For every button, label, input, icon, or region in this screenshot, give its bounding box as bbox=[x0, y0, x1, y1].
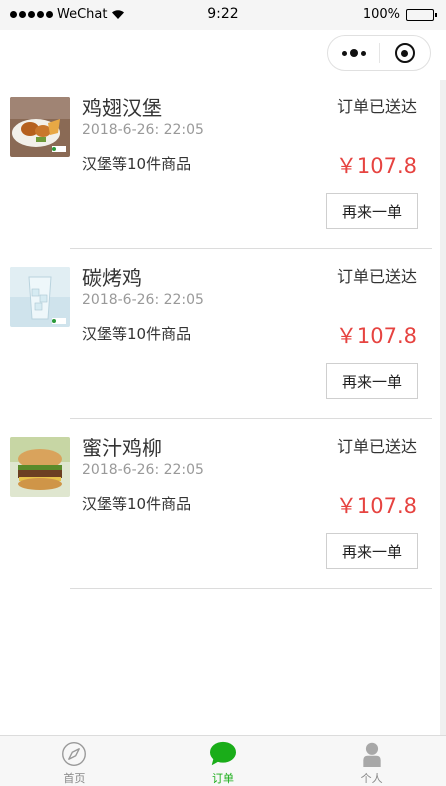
chat-bubble-icon bbox=[210, 741, 236, 766]
burger-thumbnail bbox=[10, 437, 70, 497]
reorder-button[interactable]: 再来一单 bbox=[326, 533, 418, 569]
tab-profile[interactable]: 个人 bbox=[297, 736, 446, 786]
more-menu-button[interactable] bbox=[328, 36, 379, 70]
order-divider bbox=[70, 418, 432, 419]
tab-home[interactable]: 首页 bbox=[0, 736, 149, 786]
person-icon bbox=[363, 742, 381, 767]
order-divider bbox=[70, 248, 432, 249]
order-summary: 汉堡等10件商品 bbox=[82, 495, 192, 513]
status-bar: WeChat 9:22 100% bbox=[0, 0, 446, 30]
order-card[interactable]: 鸡翅汉堡 订单已送达 2018-6-26: 22:05 汉堡等10件商品 ￥10… bbox=[0, 80, 432, 250]
order-status: 订单已送达 bbox=[336, 267, 417, 286]
order-summary: 汉堡等10件商品 bbox=[82, 155, 192, 173]
order-price: ￥107.8 bbox=[335, 494, 417, 518]
battery-percent: 100% bbox=[362, 7, 400, 22]
order-date: 2018-6-26: 22:05 bbox=[82, 122, 204, 138]
order-date: 2018-6-26: 22:05 bbox=[82, 462, 204, 478]
order-card[interactable]: 蜜汁鸡柳 订单已送达 2018-6-26: 22:05 汉堡等10件商品 ￥10… bbox=[0, 420, 432, 590]
order-title: 碳烤鸡 bbox=[82, 266, 142, 290]
order-divider bbox=[70, 588, 432, 589]
order-date: 2018-6-26: 22:05 bbox=[82, 292, 204, 308]
reorder-button[interactable]: 再来一单 bbox=[326, 193, 418, 229]
iced-drink-thumbnail bbox=[10, 267, 70, 327]
navigation-bar bbox=[0, 30, 446, 80]
battery-area: 100% bbox=[362, 7, 437, 22]
tab-orders[interactable]: 订单 bbox=[149, 736, 298, 786]
reorder-button[interactable]: 再来一单 bbox=[326, 363, 418, 399]
tab-label: 订单 bbox=[212, 772, 234, 785]
order-card[interactable]: 碳烤鸡 订单已送达 2018-6-26: 22:05 汉堡等10件商品 ￥107… bbox=[0, 250, 432, 420]
tab-label: 首页 bbox=[63, 772, 86, 785]
target-icon bbox=[394, 43, 415, 63]
tab-bar: 首页 订单 个人 bbox=[0, 735, 446, 786]
miniprogram-capsule bbox=[327, 35, 431, 71]
chicken-wings-thumbnail bbox=[10, 97, 70, 157]
close-miniprogram-button[interactable] bbox=[380, 36, 430, 70]
tab-label: 个人 bbox=[360, 772, 383, 785]
compass-icon bbox=[62, 742, 87, 766]
order-status: 订单已送达 bbox=[336, 97, 417, 116]
battery-icon bbox=[406, 8, 437, 21]
scrollbar[interactable] bbox=[440, 80, 446, 735]
order-title: 蜜汁鸡柳 bbox=[82, 436, 162, 460]
order-price: ￥107.8 bbox=[335, 154, 417, 178]
order-status: 订单已送达 bbox=[336, 437, 417, 456]
order-price: ￥107.8 bbox=[335, 324, 417, 348]
order-summary: 汉堡等10件商品 bbox=[82, 325, 192, 343]
order-title: 鸡翅汉堡 bbox=[82, 96, 162, 120]
